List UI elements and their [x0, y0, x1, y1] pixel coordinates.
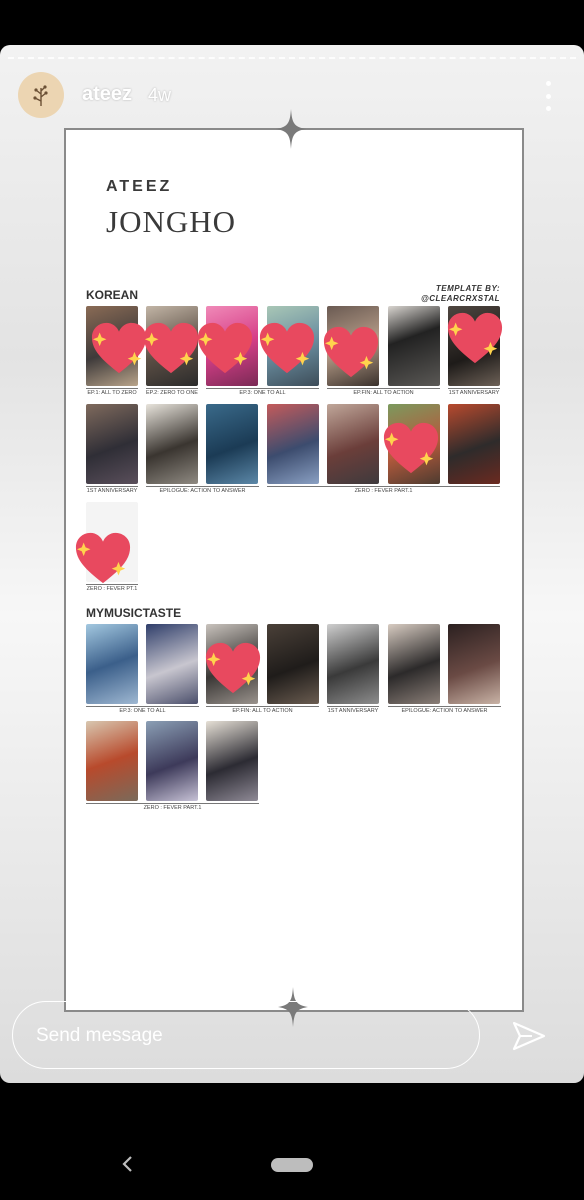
- template-brand: ATEEZ: [106, 178, 173, 195]
- story-viewer[interactable]: ateez 4w ATEEZ JONGHO KOREAN TEMPLATE BY…: [0, 45, 584, 1083]
- heart-sticker-icon: [143, 322, 199, 374]
- photocard: [267, 404, 319, 484]
- photocard-caption: EP.1: ALL TO ZERO: [86, 388, 138, 396]
- heart-sticker-icon: [323, 326, 379, 378]
- photocard: [206, 721, 258, 801]
- photocard-caption: ZERO : FEVER PART.1: [267, 486, 500, 495]
- photocard: [86, 721, 138, 801]
- heart-sticker-icon: [91, 322, 147, 374]
- photocard-caption: 1ST ANNIVERSARY: [448, 388, 500, 396]
- sparkle-star-icon: [276, 109, 306, 149]
- photocard: [146, 721, 198, 801]
- photocard: [388, 624, 440, 704]
- story-timestamp: 4w: [148, 85, 172, 105]
- photocard-caption: EPILOGUE: ACTION TO ANSWER: [146, 486, 259, 495]
- photocard: [206, 404, 258, 484]
- heart-sticker-icon: [197, 322, 253, 374]
- photocard-caption: EP.3: ONE TO ALL: [206, 388, 319, 397]
- photocard-caption: EP.FIN: ALL TO ACTION: [327, 388, 440, 397]
- photocard: [146, 404, 198, 484]
- section-title-korean: KOREAN: [86, 288, 139, 302]
- photocard: [327, 624, 379, 704]
- photocard-caption: EP.3: ONE TO ALL: [86, 706, 199, 715]
- template-credit: TEMPLATE BY: @CLEARCRXSTAL: [420, 284, 500, 303]
- story-progress-bar: [8, 57, 576, 59]
- photocard: [267, 624, 319, 704]
- story-username[interactable]: ateez: [82, 83, 132, 106]
- send-icon[interactable]: [512, 1020, 546, 1052]
- heart-sticker-icon: [205, 642, 261, 694]
- plant-sprig-icon: [33, 85, 48, 106]
- photocard: [448, 404, 500, 484]
- send-message-placeholder: Send message: [36, 1025, 163, 1046]
- photocard-caption: ZERO : FEVER PART.1: [86, 803, 259, 812]
- photocard: [86, 404, 138, 484]
- photocard-caption: EP.FIN: ALL TO ACTION: [206, 706, 319, 715]
- back-chevron-icon[interactable]: [118, 1154, 138, 1174]
- photocard: [448, 624, 500, 704]
- home-pill-icon[interactable]: [271, 1158, 313, 1172]
- photocard: [388, 306, 440, 386]
- heart-sticker-icon: [447, 312, 503, 364]
- photocard: [86, 624, 138, 704]
- avatar[interactable]: [18, 72, 64, 118]
- heart-sticker-icon: [259, 322, 315, 374]
- section-title-mymusictaste: MYMUSICTASTE: [86, 606, 182, 620]
- photocard-template: ATEEZ JONGHO KOREAN TEMPLATE BY: @CLEARC…: [64, 128, 524, 1012]
- photocard-caption: EP.2: ZERO TO ONE: [146, 388, 198, 396]
- template-member-name: JONGHO: [106, 204, 236, 239]
- photocard-caption: 1ST ANNIVERSARY: [327, 706, 379, 714]
- photocard: [327, 404, 379, 484]
- photocard-caption: 1ST ANNIVERSARY: [86, 486, 138, 494]
- more-vertical-icon[interactable]: [536, 81, 560, 111]
- photocard-caption: EPILOGUE: ACTION TO ANSWER: [388, 706, 501, 715]
- photocard: [146, 624, 198, 704]
- heart-sticker-icon: [383, 422, 439, 474]
- heart-sticker-icon: [75, 532, 131, 584]
